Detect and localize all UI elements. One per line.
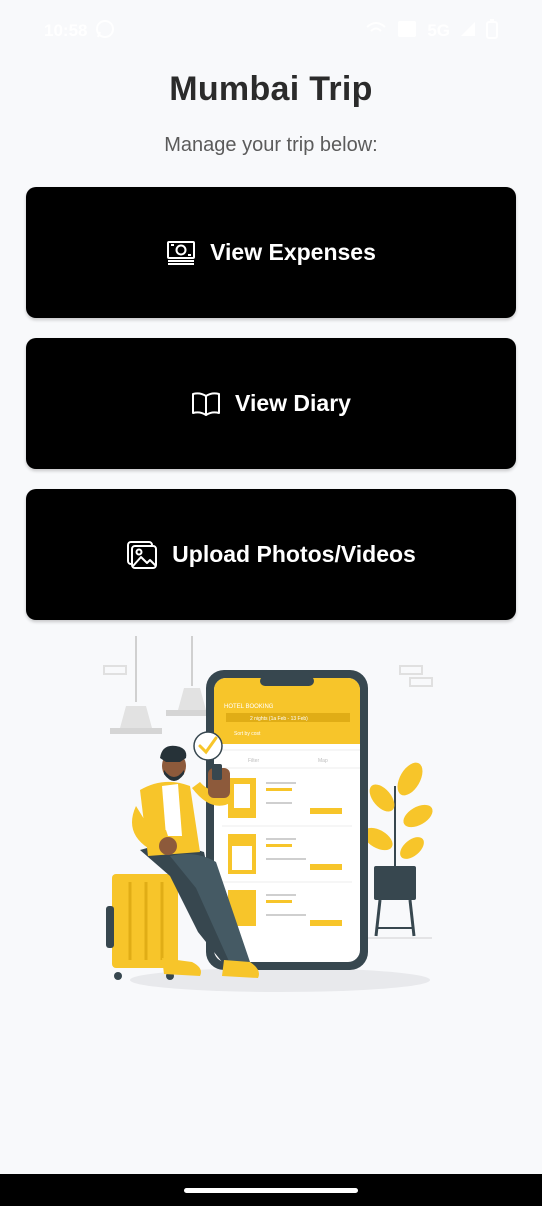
- money-icon: [166, 240, 196, 266]
- book-icon: [191, 391, 221, 417]
- hotspot-icon: [365, 21, 387, 42]
- view-expenses-label: View Expenses: [210, 239, 376, 265]
- sim-icon: [397, 20, 417, 43]
- battery-icon: [486, 18, 498, 44]
- upload-media-button[interactable]: Upload Photos/Videos: [26, 489, 516, 620]
- navigation-bar: [0, 1174, 542, 1206]
- phone-search-text: Sort by cost: [234, 731, 261, 737]
- status-time: 10:58: [44, 21, 88, 40]
- status-left: 10:58: [44, 19, 115, 44]
- view-diary-label: View Diary: [235, 390, 351, 416]
- phone-dates-text: 2 nights (1a Feb - 13 Feb): [250, 716, 308, 722]
- network-label: 5G: [427, 21, 450, 40]
- view-diary-button[interactable]: View Diary: [26, 338, 516, 469]
- upload-media-label: Upload Photos/Videos: [172, 541, 416, 567]
- view-expenses-button[interactable]: View Expenses: [26, 187, 516, 318]
- phone-header-text: HOTEL BOOKING: [224, 704, 274, 710]
- status-right: 5G: [365, 18, 498, 44]
- phone-map-text: Map: [318, 758, 328, 764]
- hotel-booking-illustration: HOTEL BOOKING 2 nights (1a Feb - 13 Feb)…: [100, 636, 440, 996]
- status-bar: 10:58 5G: [0, 0, 542, 62]
- page-title: Mumbai Trip: [169, 70, 373, 108]
- signal-icon: [460, 21, 476, 42]
- page-subtitle: Manage your trip below:: [164, 134, 378, 156]
- image-icon: [126, 540, 158, 570]
- whatsapp-icon: [95, 19, 115, 44]
- home-gesture-handle[interactable]: [184, 1187, 358, 1193]
- phone-filter-text: Filter: [248, 758, 259, 764]
